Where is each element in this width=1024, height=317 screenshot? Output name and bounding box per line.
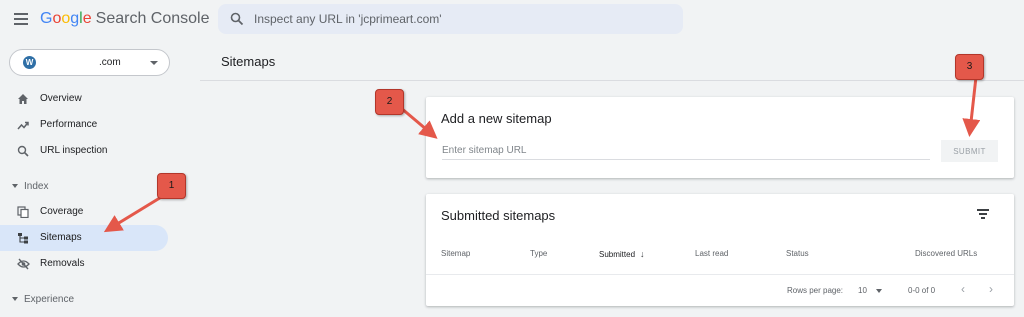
- column-header-status[interactable]: Status: [786, 249, 809, 258]
- column-header-label: Submitted: [599, 250, 636, 259]
- annotation-badge-1: 1: [157, 173, 186, 199]
- sidebar-item-sitemaps[interactable]: Sitemaps: [0, 225, 168, 251]
- card-title: Add a new sitemap: [441, 111, 552, 126]
- sitemap-icon: [16, 231, 30, 245]
- brand-letter: e: [82, 10, 92, 27]
- url-inspection-search[interactable]: [218, 4, 683, 34]
- hamburger-menu-icon[interactable]: [14, 13, 28, 25]
- annotation-badge-3: 3: [955, 54, 984, 80]
- property-domain: .com: [99, 57, 121, 68]
- section-index-toggle[interactable]: Index: [12, 181, 48, 192]
- property-selector[interactable]: W .com: [9, 49, 170, 76]
- app-logo[interactable]: Google Search Console: [40, 10, 209, 28]
- column-header-sitemap[interactable]: Sitemap: [441, 249, 470, 258]
- card-title: Submitted sitemaps: [441, 208, 556, 223]
- dropdown-caret-icon: [150, 61, 158, 65]
- wordpress-icon: W: [23, 56, 36, 69]
- table-footer-divider: [426, 274, 1014, 275]
- sidebar-item-label: URL inspection: [40, 145, 108, 156]
- column-header-type[interactable]: Type: [530, 249, 547, 258]
- section-experience-toggle[interactable]: Experience: [12, 294, 74, 305]
- column-header-last-read[interactable]: Last read: [695, 249, 728, 258]
- header-divider: [200, 80, 1024, 81]
- add-sitemap-card: Add a new sitemap SUBMIT: [426, 97, 1014, 178]
- sidebar-item-label: Removals: [40, 258, 85, 269]
- filter-icon[interactable]: [977, 209, 989, 219]
- sidebar-item-removals[interactable]: Removals: [0, 251, 168, 277]
- brand-letter: G: [40, 10, 53, 27]
- search-input[interactable]: [254, 4, 654, 34]
- sidebar-item-label: Overview: [40, 93, 82, 104]
- collapse-caret-icon: [12, 184, 18, 189]
- page-title: Sitemaps: [221, 54, 276, 69]
- rows-per-page-label: Rows per page:: [787, 286, 844, 295]
- trending-up-icon: [16, 118, 30, 132]
- sort-descending-icon: ↓: [640, 249, 645, 259]
- submitted-sitemaps-card: Submitted sitemaps Sitemap Type Submitte…: [426, 194, 1014, 306]
- sidebar-item-label: Coverage: [40, 206, 84, 217]
- brand-letter: o: [61, 10, 71, 27]
- search-icon: [230, 12, 244, 26]
- coverage-icon: [16, 205, 30, 219]
- pagination-range: 0-0 of 0: [908, 286, 936, 295]
- visibility-off-icon: [16, 257, 30, 271]
- submit-button[interactable]: SUBMIT: [941, 140, 998, 162]
- top-app-bar: Google Search Console: [0, 0, 1024, 40]
- section-label: Index: [24, 181, 49, 192]
- chevron-right-icon[interactable]: ›: [989, 282, 993, 296]
- sidebar-item-label: Performance: [40, 119, 98, 130]
- sidebar-item-overview[interactable]: Overview: [0, 86, 168, 112]
- brand-letter: g: [70, 10, 80, 27]
- sitemap-url-input[interactable]: [442, 142, 930, 160]
- sidebar-item-label: Sitemaps: [40, 232, 82, 243]
- home-icon: [16, 92, 30, 106]
- chevron-left-icon[interactable]: ‹: [961, 282, 965, 296]
- annotation-badge-2: 2: [375, 89, 404, 115]
- google-wordmark: Google: [40, 10, 92, 27]
- section-label: Experience: [24, 294, 75, 305]
- rows-per-page-select[interactable]: 10: [858, 286, 867, 295]
- column-header-discovered-urls[interactable]: Discovered URLs: [915, 249, 977, 258]
- sidebar-item-url-inspection[interactable]: URL inspection: [0, 138, 168, 164]
- collapse-caret-icon: [12, 297, 18, 302]
- sidebar-item-performance[interactable]: Performance: [0, 112, 168, 138]
- sidebar-item-coverage[interactable]: Coverage: [0, 199, 168, 225]
- column-header-submitted[interactable]: Submitted ↓: [599, 249, 645, 259]
- search-icon: [16, 144, 30, 158]
- rows-per-page-caret-icon[interactable]: [876, 289, 882, 293]
- product-name: Search Console: [95, 10, 210, 27]
